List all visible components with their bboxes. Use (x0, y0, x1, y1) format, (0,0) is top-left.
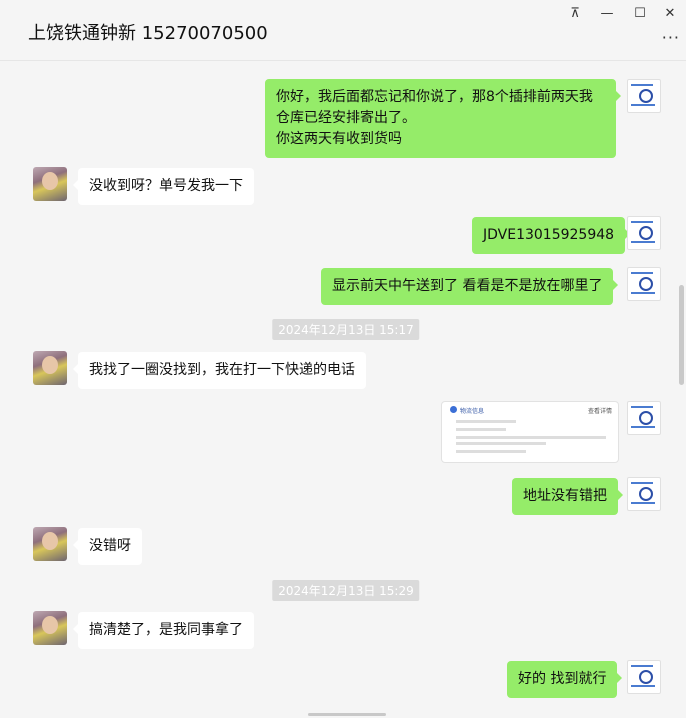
outgoing-message[interactable]: 好的 找到就行 (507, 661, 623, 698)
chat-title: 上饶铁通钟新 15270070500 (28, 23, 268, 44)
my-avatar[interactable] (627, 216, 661, 250)
contact-avatar[interactable] (33, 167, 67, 201)
message-text: 我找了一圈没找到，我在打一下快递的电话 (89, 362, 355, 378)
message-list[interactable]: 你好，我后面都忘记和你说了，那8个插排前两天我仓库已经安排寄出了。 你这两天有收… (0, 61, 676, 718)
message-text: 没收到呀？单号发我一下 (89, 178, 243, 194)
message-row: 2024年12月13日 15:29 (0, 580, 676, 601)
my-avatar[interactable] (627, 477, 661, 511)
scrollbar[interactable] (679, 285, 684, 385)
incoming-message[interactable]: 我找了一圈没找到，我在打一下快递的电话 (73, 352, 366, 389)
outgoing-message[interactable]: 地址没有错把 (512, 478, 623, 515)
my-avatar[interactable] (627, 79, 661, 113)
message-text: 显示前天中午送到了 看看是不是放在哪里了 (332, 278, 603, 294)
maximize-button[interactable]: ☐ (625, 4, 655, 22)
card-action[interactable]: 查看详情 (588, 406, 612, 415)
pin-icon[interactable]: ⊼ (560, 4, 590, 22)
logistics-card[interactable]: 物流信息 查看详情 (441, 401, 619, 463)
more-options-button[interactable]: ··· (662, 28, 680, 47)
message-text: 没错呀 (89, 538, 131, 554)
timestamp: 2024年12月13日 15:17 (272, 319, 420, 340)
message-text: JDVE13015925948 (483, 227, 615, 243)
incoming-message[interactable]: 没错呀 (73, 528, 142, 565)
incoming-message[interactable]: 搞清楚了，是我同事拿了 (73, 612, 254, 649)
my-avatar[interactable] (627, 660, 661, 694)
message-text: 你好，我后面都忘记和你说了，那8个插排前两天我仓库已经安排寄出了。 你这两天有收… (276, 89, 593, 147)
minimize-button[interactable]: — (592, 4, 622, 22)
message-row: 2024年12月13日 15:17 (0, 319, 676, 340)
incoming-message[interactable]: 没收到呀？单号发我一下 (73, 168, 254, 205)
my-avatar[interactable] (627, 267, 661, 301)
card-header: 物流信息 (460, 408, 485, 415)
title-bar: 上饶铁通钟新 15270070500 ⊼ — ☐ ✕ ··· (0, 0, 686, 61)
logistics-icon (450, 406, 457, 413)
contact-avatar[interactable] (33, 351, 67, 385)
message-text: 好的 找到就行 (518, 671, 607, 687)
message-text: 地址没有错把 (523, 488, 607, 504)
close-button[interactable]: ✕ (655, 4, 685, 22)
message-text: 搞清楚了，是我同事拿了 (89, 622, 243, 638)
contact-avatar[interactable] (33, 611, 67, 645)
outgoing-message[interactable]: 你好，我后面都忘记和你说了，那8个插排前两天我仓库已经安排寄出了。 你这两天有收… (265, 79, 621, 158)
outgoing-message[interactable]: 显示前天中午送到了 看看是不是放在哪里了 (321, 268, 619, 305)
resize-handle[interactable] (308, 713, 386, 716)
outgoing-message[interactable]: JDVE13015925948 (472, 217, 631, 254)
timestamp: 2024年12月13日 15:29 (272, 580, 420, 601)
contact-avatar[interactable] (33, 527, 67, 561)
my-avatar[interactable] (627, 401, 661, 435)
